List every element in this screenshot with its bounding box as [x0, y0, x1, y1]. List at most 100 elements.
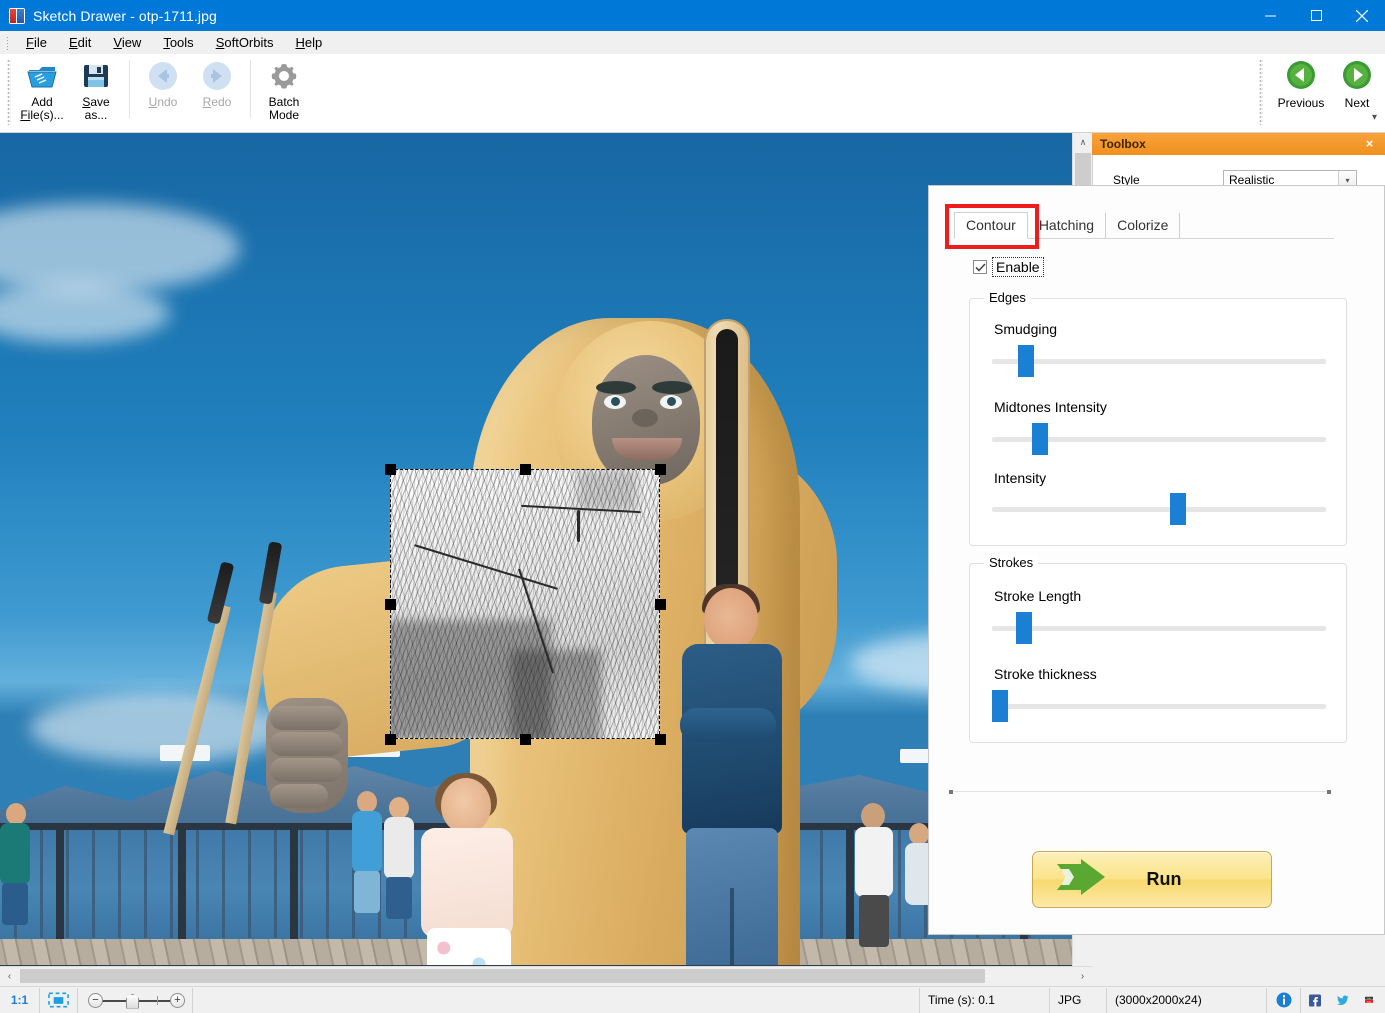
intensity-slider-thumb[interactable]	[1170, 493, 1186, 525]
menu-item-file[interactable]: File	[15, 32, 58, 53]
toolbar-separator-2	[250, 60, 251, 118]
run-label: Run	[1107, 869, 1221, 890]
save-as-label: Save as...	[82, 96, 109, 122]
smudging-slider[interactable]	[992, 359, 1326, 364]
girl	[415, 778, 525, 965]
batch-mode-label: Batch Mode	[269, 96, 300, 122]
previous-label: Previous	[1278, 96, 1325, 110]
intensity-label: Intensity	[994, 470, 1046, 486]
tab-contour[interactable]: Contour	[954, 212, 1028, 239]
selection-handle-nw[interactable]	[385, 464, 396, 475]
title-bar: Sketch Drawer - otp-1711.jpg	[0, 0, 1385, 31]
twitter-icon[interactable]	[1329, 989, 1357, 1011]
run-arrow-icon	[1055, 858, 1107, 901]
processing-time: Time (s): 0.1	[920, 988, 1050, 1013]
close-icon[interactable]: ×	[1361, 135, 1378, 152]
stroke-thickness-slider-thumb[interactable]	[992, 690, 1008, 722]
undo-label: Undo	[149, 96, 178, 109]
man	[678, 588, 828, 965]
menu-item-edit[interactable]: Edit	[58, 32, 102, 53]
enable-checkbox[interactable]	[973, 260, 987, 274]
toolbox-title: Toolbox	[1100, 137, 1146, 151]
selection-handle-sw[interactable]	[385, 734, 396, 745]
redo-arrow-icon	[201, 59, 233, 93]
zoom-slider-thumb[interactable]	[126, 994, 139, 1009]
stroke-length-slider-thumb[interactable]	[1016, 612, 1032, 644]
zoom-out-button[interactable]: −	[88, 993, 103, 1008]
zoom-in-button[interactable]: +	[170, 993, 185, 1008]
check-icon	[975, 263, 986, 272]
ape-nose	[632, 409, 658, 427]
next-arrow-icon	[1342, 60, 1372, 90]
run-button[interactable]: Run	[1032, 851, 1272, 908]
toolbox-panel: Contour Hatching Colorize Enable Edges S…	[928, 185, 1385, 935]
scroll-up-icon[interactable]: ∧	[1073, 133, 1093, 152]
save-icon	[82, 59, 110, 93]
toolbar: Add File(s)... Save as...	[0, 54, 1385, 133]
menu-item-softorbits[interactable]: SoftOrbits	[205, 32, 285, 53]
selection-handle-se[interactable]	[655, 734, 666, 745]
facebook-icon[interactable]	[1301, 989, 1329, 1011]
add-files-icon	[26, 59, 58, 93]
selection-handle-n[interactable]	[520, 464, 531, 475]
toolbar-overflow-right-icon[interactable]: ▾	[1372, 112, 1377, 123]
horizontal-scrollbar[interactable]: ‹ ›	[0, 966, 1092, 985]
midtones-intensity-slider[interactable]	[992, 437, 1326, 442]
batch-mode-button[interactable]: Batch Mode	[257, 54, 311, 128]
selection-preview-region[interactable]	[390, 469, 660, 739]
tab-colorize[interactable]: Colorize	[1106, 213, 1180, 238]
previous-arrow-icon	[1286, 60, 1316, 90]
previous-button[interactable]: Previous	[1273, 54, 1329, 128]
youtube-icon[interactable]: You Tube	[1357, 989, 1385, 1011]
save-as-button[interactable]: Save as...	[69, 54, 123, 128]
stroke-length-slider[interactable]	[992, 626, 1326, 631]
tab-hatching[interactable]: Hatching	[1028, 213, 1106, 238]
enable-row[interactable]: Enable	[973, 258, 1043, 276]
midtones-intensity-label: Midtones Intensity	[994, 399, 1107, 415]
image-dimensions: (3000x2000x24)	[1107, 988, 1267, 1013]
toolbox-tabs: Contour Hatching Colorize	[954, 211, 1334, 239]
ape-brow	[596, 381, 636, 394]
midtones-intensity-slider-thumb[interactable]	[1032, 423, 1048, 455]
selection-handle-s[interactable]	[520, 734, 531, 745]
girl-coat	[421, 828, 513, 938]
next-label: Next	[1345, 96, 1370, 110]
info-icon[interactable]	[1267, 988, 1301, 1013]
girl-pants	[427, 928, 511, 965]
ape-mouth	[612, 438, 682, 460]
redo-label: Redo	[203, 96, 232, 109]
selection-handle-ne[interactable]	[655, 464, 666, 475]
stroke-thickness-label: Stroke thickness	[994, 666, 1097, 682]
status-bar: 1:1 − + Time (s): 0.1 JPG (3000x2000x24)	[0, 986, 1385, 1013]
menu-item-tools[interactable]: Tools	[152, 32, 204, 53]
minimize-icon[interactable]	[1247, 0, 1293, 31]
scroll-left-icon[interactable]: ‹	[0, 967, 19, 985]
gear-icon	[269, 59, 299, 93]
man-jeans	[686, 828, 778, 965]
undo-arrow-icon	[147, 59, 179, 93]
nav-grip-icon[interactable]	[1259, 59, 1263, 125]
man-arm	[680, 708, 776, 742]
fit-to-screen-icon[interactable]	[40, 988, 78, 1013]
zoom-ratio: 1:1	[0, 988, 40, 1013]
menu-grip-icon[interactable]	[6, 36, 10, 50]
maximize-icon[interactable]	[1293, 0, 1339, 31]
menu-item-help[interactable]: Help	[284, 32, 333, 53]
redo-button[interactable]: Redo	[190, 54, 244, 128]
undo-button[interactable]: Undo	[136, 54, 190, 128]
zoom-slider[interactable]: − +	[78, 988, 193, 1013]
smudging-slider-thumb[interactable]	[1018, 345, 1034, 377]
add-files-button[interactable]: Add File(s)...	[15, 54, 69, 128]
smudging-label: Smudging	[994, 321, 1057, 337]
menu-item-view[interactable]: View	[102, 32, 152, 53]
strokes-group: Strokes Stroke Length Stroke thickness	[969, 563, 1347, 743]
scroll-right-icon[interactable]: ›	[1073, 967, 1092, 985]
stroke-thickness-slider[interactable]	[992, 704, 1326, 709]
selection-handle-e[interactable]	[655, 599, 666, 610]
toolbar-grip-icon[interactable]	[7, 59, 11, 125]
ape-pupil	[611, 397, 620, 406]
horizontal-scroll-thumb[interactable]	[20, 969, 985, 983]
intensity-slider[interactable]	[992, 507, 1326, 512]
close-icon[interactable]	[1339, 0, 1385, 31]
selection-handle-w[interactable]	[385, 599, 396, 610]
